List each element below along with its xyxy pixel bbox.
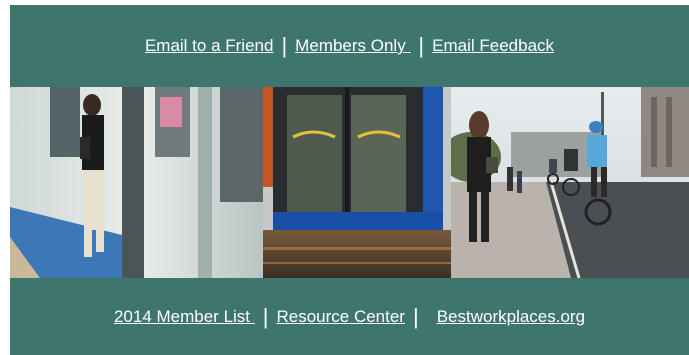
bus-doors-photo [263,87,451,278]
email-feedback-link[interactable]: Email Feedback [432,36,554,56]
nav-separator: | [281,33,288,58]
nav-separator: | [418,33,425,58]
nav-separator: | [412,303,419,329]
top-nav-bar: Email to a Friend | Members Only | Email… [10,5,689,87]
member-list-link[interactable]: 2014 Member List [114,307,255,327]
cyclists-street-photo [451,87,689,278]
email-to-friend-link[interactable]: Email to a Friend [145,36,274,56]
bestworkplaces-link[interactable]: Bestworkplaces.org [437,307,585,327]
photo-strip [10,87,689,278]
resource-center-link[interactable]: Resource Center [276,307,405,327]
bottom-nav-bar: 2014 Member List | Resource Center | Bes… [10,278,689,355]
email-banner: Email to a Friend | Members Only | Email… [10,5,689,355]
nav-separator: | [262,303,269,329]
train-boarding-photo [10,87,263,278]
members-only-link[interactable]: Members Only [295,36,410,56]
